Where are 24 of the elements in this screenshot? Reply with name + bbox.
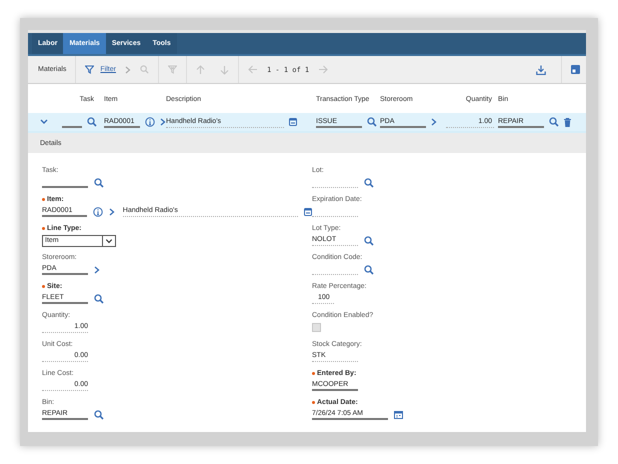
search-icon[interactable] xyxy=(94,294,104,304)
info-icon[interactable] xyxy=(145,117,155,127)
search-icon[interactable] xyxy=(367,117,377,127)
search-icon[interactable] xyxy=(94,178,104,188)
download-icon[interactable] xyxy=(536,64,546,74)
search-icon[interactable] xyxy=(94,410,104,420)
chevron-right-icon[interactable] xyxy=(108,208,115,216)
search-icon[interactable] xyxy=(364,264,374,274)
search-icon[interactable] xyxy=(364,236,374,246)
search-icon[interactable] xyxy=(87,117,97,127)
panel-icon[interactable] xyxy=(571,65,580,74)
search-icon[interactable] xyxy=(549,117,559,127)
chevron-right-icon[interactable] xyxy=(431,118,437,126)
long-description-icon[interactable] xyxy=(304,208,312,216)
chevron-right-icon[interactable] xyxy=(160,118,166,126)
search-icon[interactable] xyxy=(364,178,374,188)
filter-icon[interactable] xyxy=(85,65,94,74)
long-description-icon[interactable] xyxy=(289,118,297,126)
info-icon[interactable] xyxy=(92,206,103,216)
calendar-icon[interactable] xyxy=(394,410,403,419)
chevron-down-icon[interactable] xyxy=(40,119,48,125)
caret-icon[interactable] xyxy=(102,236,115,246)
chevron-right-icon[interactable] xyxy=(94,266,100,274)
trash-icon[interactable] xyxy=(564,118,571,126)
